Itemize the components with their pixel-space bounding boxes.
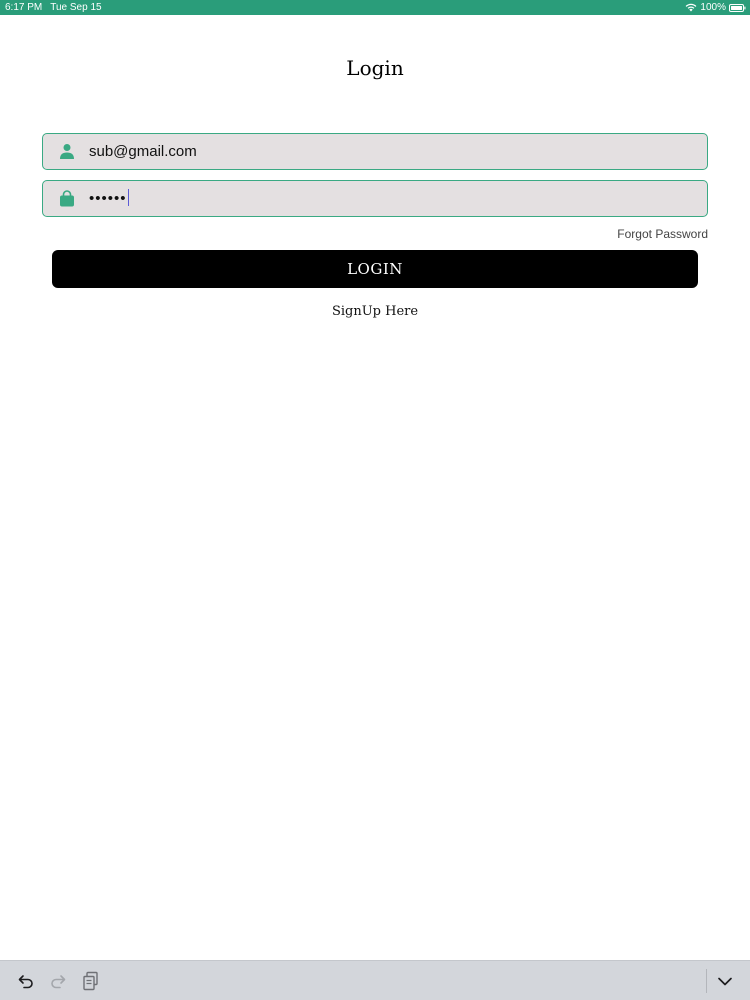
email-input[interactable]: sub@gmail.com <box>89 134 689 169</box>
user-icon <box>60 144 74 159</box>
status-right: 100% <box>685 0 746 15</box>
email-field[interactable]: sub@gmail.com <box>42 133 708 170</box>
login-button[interactable]: LOGIN <box>52 250 698 288</box>
battery-icon <box>729 3 746 12</box>
text-caret <box>127 189 129 206</box>
lock-icon <box>60 190 74 207</box>
wifi-icon <box>686 3 697 12</box>
battery-percentage: 100% <box>700 2 726 13</box>
status-date: Tue Sep 15 <box>50 2 102 13</box>
status-bar: 6:17 PM Tue Sep 15 100% <box>0 0 750 15</box>
toolbar-divider <box>706 969 707 993</box>
forgot-password-link[interactable]: Forgot Password <box>617 227 708 241</box>
password-input[interactable]: •••••• <box>89 181 689 216</box>
password-field[interactable]: •••••• <box>42 180 708 217</box>
status-time: 6:17 PM <box>5 2 43 13</box>
paste-icon[interactable] <box>81 971 101 991</box>
dismiss-keyboard-icon[interactable] <box>715 971 735 991</box>
password-dots: •••••• <box>89 190 127 207</box>
status-left: 6:17 PM Tue Sep 15 <box>5 0 102 15</box>
signup-link[interactable]: SignUp Here <box>0 304 750 319</box>
page-title: Login <box>346 56 404 80</box>
undo-icon[interactable] <box>16 971 36 991</box>
redo-icon[interactable] <box>48 971 68 991</box>
keyboard-toolbar <box>0 960 750 1000</box>
